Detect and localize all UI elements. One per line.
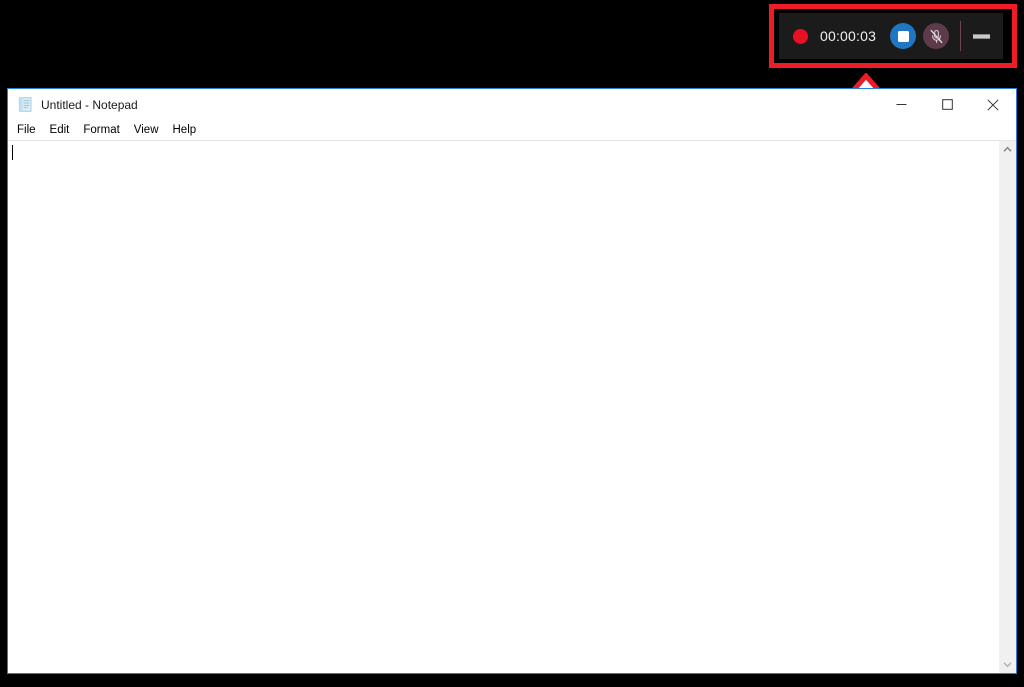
minimize-recorder-button[interactable] (963, 16, 999, 56)
toolbar-divider (960, 21, 962, 51)
minimize-dash-icon (972, 33, 990, 39)
chevron-up-icon (1003, 146, 1012, 152)
menu-item-edit[interactable]: Edit (50, 122, 79, 138)
notepad-title-bar[interactable]: Untitled - Notepad (8, 89, 1016, 120)
notepad-body (8, 140, 1016, 673)
vertical-scrollbar[interactable] (998, 141, 1016, 673)
minimize-window-button[interactable] (878, 89, 924, 120)
text-caret (12, 145, 13, 160)
maximize-window-button[interactable] (924, 89, 970, 120)
close-icon (987, 98, 999, 111)
chevron-down-icon (1003, 662, 1012, 668)
menu-item-file[interactable]: File (17, 122, 45, 138)
microphone-mute-toggle-button[interactable] (923, 23, 950, 49)
notepad-app-icon (18, 97, 32, 112)
microphone-muted-icon (930, 29, 943, 43)
menu-item-format[interactable]: Format (83, 122, 128, 138)
menu-item-view[interactable]: View (134, 122, 168, 138)
notepad-text-area[interactable] (8, 141, 998, 673)
record-indicator-icon (793, 28, 808, 44)
minimize-icon (896, 104, 906, 105)
stop-recording-button[interactable] (890, 23, 917, 49)
scroll-up-arrow-button[interactable] (999, 141, 1016, 158)
close-window-button[interactable] (970, 89, 1016, 120)
notepad-window[interactable]: Untitled - Notepad File Edit Format View… (7, 88, 1017, 674)
window-controls[interactable] (878, 89, 1016, 120)
stop-square-icon (897, 30, 909, 42)
recording-timer: 00:00:03 (820, 28, 877, 44)
maximize-icon (941, 99, 953, 110)
notepad-menu-bar[interactable]: File Edit Format View Help (8, 120, 1016, 140)
window-title: Untitled - Notepad (41, 97, 138, 112)
screen-recorder-toolbar[interactable]: 00:00:03 (779, 13, 1003, 59)
menu-item-help[interactable]: Help (173, 122, 206, 138)
scroll-down-arrow-button[interactable] (999, 656, 1016, 673)
